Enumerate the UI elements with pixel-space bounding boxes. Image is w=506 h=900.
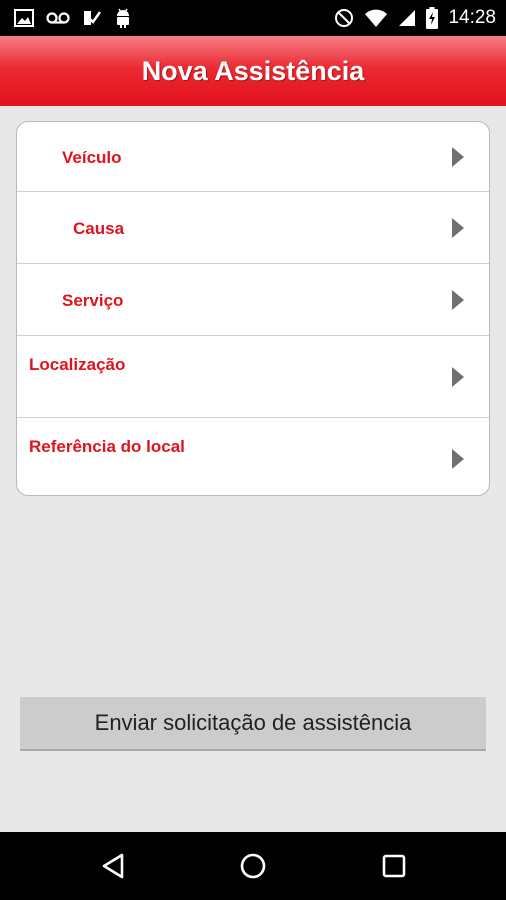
home-icon[interactable] <box>237 850 269 882</box>
send-request-button[interactable]: Enviar solicitação de assistência <box>20 697 486 751</box>
menu-item-label: Serviço <box>62 291 124 310</box>
back-icon[interactable] <box>98 850 130 882</box>
menu-item-referencia-local[interactable]: Referência do local <box>17 418 489 495</box>
menu-item-label: Causa <box>73 219 125 238</box>
chevron-right-icon <box>452 449 464 469</box>
signal-icon <box>399 10 416 26</box>
android-icon <box>117 8 129 28</box>
menu-item-causa[interactable]: Causa <box>17 192 489 264</box>
recents-icon[interactable] <box>378 850 410 882</box>
status-time: 14:28 <box>448 7 496 28</box>
chevron-right-icon <box>452 147 464 167</box>
menu-item-label: Veículo <box>62 148 122 167</box>
voicemail-icon <box>46 12 70 24</box>
chevron-right-icon <box>452 367 464 387</box>
do-not-disturb-icon <box>335 9 354 27</box>
menu-item-veiculo[interactable]: Veículo <box>17 122 489 192</box>
checklist-icon <box>84 11 102 25</box>
chevron-right-icon <box>452 218 464 238</box>
battery-charging-icon <box>426 7 439 29</box>
page-title: Nova Assistência <box>141 55 365 86</box>
wifi-icon <box>365 9 388 27</box>
chevron-right-icon <box>452 290 464 310</box>
title-bar: Nova Assistência <box>0 36 506 106</box>
menu-item-label: Referência do local <box>29 437 185 456</box>
status-bar: 14:28 <box>0 0 506 36</box>
status-bar-notifications <box>14 0 132 36</box>
image-icon <box>14 9 34 27</box>
menu-item-localizacao[interactable]: Localização <box>17 336 489 418</box>
menu-item-servico[interactable]: Serviço <box>17 264 489 336</box>
assistance-menu: Veículo Causa Serviço Localização Referê… <box>16 121 490 496</box>
menu-item-label: Localização <box>29 355 126 374</box>
status-bar-system: 14:28 <box>334 0 496 36</box>
navigation-bar <box>0 832 506 900</box>
